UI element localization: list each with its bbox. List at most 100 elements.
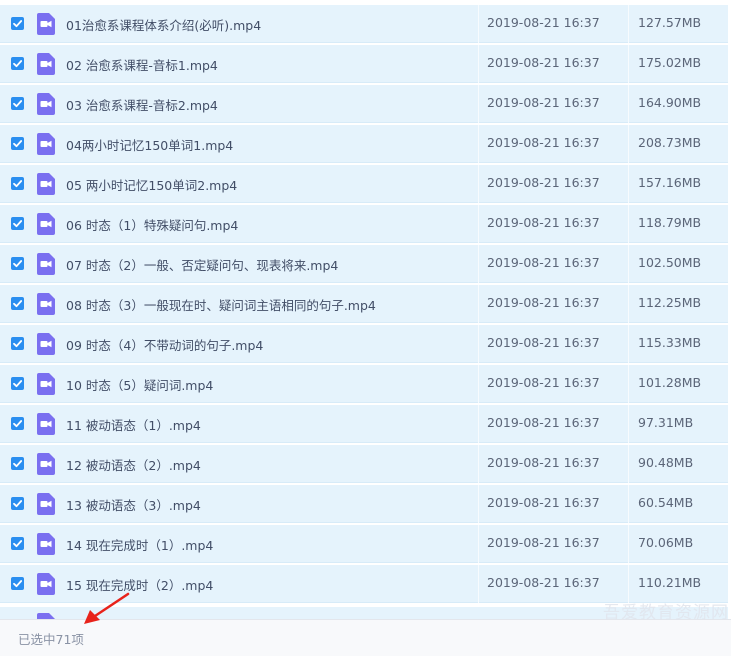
selected-count-label: 已选中71项: [18, 632, 84, 647]
file-name[interactable]: 09 时态（4）不带动词的句子.mp4: [66, 335, 263, 354]
file-name[interactable]: 08 时态（3）一般现在时、疑问词主语相同的句子.mp4: [66, 295, 376, 314]
column-divider: [478, 205, 479, 243]
column-divider: [478, 565, 479, 603]
file-size: 110.21MB: [638, 575, 702, 590]
video-file-icon: [37, 213, 55, 235]
video-file-icon: [37, 253, 55, 275]
file-modified-date: 2019-08-21 16:37: [487, 415, 600, 430]
column-divider: [478, 525, 479, 563]
file-size: 157.16MB: [638, 175, 702, 190]
file-size: 97.31MB: [638, 415, 694, 430]
column-divider: [478, 365, 479, 403]
checkbox-checked-icon[interactable]: [11, 257, 24, 270]
file-name[interactable]: 06 时态（1）特殊疑问句.mp4: [66, 215, 238, 234]
column-divider: [478, 285, 479, 323]
checkbox-checked-icon[interactable]: [11, 417, 24, 430]
red-arrow-icon: [84, 592, 130, 624]
column-divider: [478, 485, 479, 523]
video-file-icon: [37, 53, 55, 75]
column-divider: [628, 525, 629, 563]
file-size: 208.73MB: [638, 135, 702, 150]
column-divider: [628, 205, 629, 243]
file-modified-date: 2019-08-21 16:37: [487, 15, 600, 30]
file-name[interactable]: 11 被动语态（1）.mp4: [66, 415, 201, 434]
column-divider: [478, 85, 479, 123]
column-divider: [628, 5, 629, 43]
column-divider: [628, 485, 629, 523]
file-modified-date: 2019-08-21 16:37: [487, 175, 600, 190]
file-row[interactable]: 06 时态（1）特殊疑问句.mp4 2019-08-21 16:37 118.79M…: [0, 205, 728, 243]
file-row[interactable]: 04两小时记忆150单词1.mp4 2019-08-21 16:37 208.73M…: [0, 125, 728, 163]
file-name[interactable]: 03 治愈系课程-音标2.mp4: [66, 95, 218, 114]
column-divider: [628, 365, 629, 403]
file-row[interactable]: 05 两小时记忆150单词2.mp4 2019-08-21 16:37 157.16…: [0, 165, 728, 203]
file-name[interactable]: 10 时态（5）疑问词.mp4: [66, 375, 213, 394]
file-size: 115.33MB: [638, 335, 702, 350]
column-divider: [478, 5, 479, 43]
file-row[interactable]: 03 治愈系课程-音标2.mp4 2019-08-21 16:37 164.90MB: [0, 85, 728, 123]
file-name[interactable]: 05 两小时记忆150单词2.mp4: [66, 175, 237, 194]
file-name[interactable]: 13 被动语态（3）.mp4: [66, 495, 201, 514]
video-file-icon: [37, 573, 55, 595]
column-divider: [478, 165, 479, 203]
file-row[interactable]: 08 时态（3）一般现在时、疑问词主语相同的句子.mp4 2019-08-21 1…: [0, 285, 728, 323]
file-modified-date: 2019-08-21 16:37: [487, 535, 600, 550]
column-divider: [628, 125, 629, 163]
video-file-icon: [37, 533, 55, 555]
checkbox-checked-icon[interactable]: [11, 17, 24, 30]
watermark: 吾爱教育资源网: [603, 603, 729, 623]
file-name[interactable]: 04两小时记忆150单词1.mp4: [66, 135, 233, 154]
column-divider: [628, 245, 629, 283]
file-name[interactable]: 01治愈系课程体系介绍(必听).mp4: [66, 15, 261, 34]
file-row[interactable]: 07 时态（2）一般、否定疑问句、现表将来.mp4 2019-08-21 16:3…: [0, 245, 728, 283]
column-divider: [628, 445, 629, 483]
checkbox-checked-icon[interactable]: [11, 57, 24, 70]
checkbox-checked-icon[interactable]: [11, 497, 24, 510]
checkbox-checked-icon[interactable]: [11, 337, 24, 350]
video-file-icon: [37, 333, 55, 355]
file-modified-date: 2019-08-21 16:37: [487, 215, 600, 230]
checkbox-checked-icon[interactable]: [11, 297, 24, 310]
video-file-icon: [37, 133, 55, 155]
file-list: 01治愈系课程体系介绍(必听).mp4 2019-08-21 16:37 127.5…: [0, 0, 731, 617]
column-divider: [628, 165, 629, 203]
file-modified-date: 2019-08-21 16:37: [487, 55, 600, 70]
file-row[interactable]: 14 现在完成时（1）.mp4 2019-08-21 16:37 70.06MB: [0, 525, 728, 563]
checkbox-checked-icon[interactable]: [11, 217, 24, 230]
video-file-icon: [37, 93, 55, 115]
file-row[interactable]: 02 治愈系课程-音标1.mp4 2019-08-21 16:37 175.02MB: [0, 45, 728, 83]
checkbox-checked-icon[interactable]: [11, 537, 24, 550]
file-row[interactable]: 12 被动语态（2）.mp4 2019-08-21 16:37 90.48MB: [0, 445, 728, 483]
video-file-icon: [37, 173, 55, 195]
file-row[interactable]: 01治愈系课程体系介绍(必听).mp4 2019-08-21 16:37 127.5…: [0, 5, 728, 43]
file-modified-date: 2019-08-21 16:37: [487, 375, 600, 390]
file-row[interactable]: 11 被动语态（1）.mp4 2019-08-21 16:37 97.31MB: [0, 405, 728, 443]
file-size: 127.57MB: [638, 15, 702, 30]
video-file-icon: [37, 413, 55, 435]
file-modified-date: 2019-08-21 16:37: [487, 495, 600, 510]
file-size: 102.50MB: [638, 255, 702, 270]
file-modified-date: 2019-08-21 16:37: [487, 295, 600, 310]
file-modified-date: 2019-08-21 16:37: [487, 135, 600, 150]
checkbox-checked-icon[interactable]: [11, 177, 24, 190]
file-name[interactable]: 02 治愈系课程-音标1.mp4: [66, 55, 218, 74]
file-row[interactable]: 09 时态（4）不带动词的句子.mp4 2019-08-21 16:37 115.3…: [0, 325, 728, 363]
column-divider: [478, 445, 479, 483]
file-row[interactable]: 10 时态（5）疑问词.mp4 2019-08-21 16:37 101.28MB: [0, 365, 728, 403]
video-file-icon: [37, 373, 55, 395]
file-modified-date: 2019-08-21 16:37: [487, 455, 600, 470]
file-name[interactable]: 14 现在完成时（1）.mp4: [66, 535, 213, 554]
column-divider: [478, 125, 479, 163]
file-row[interactable]: 13 被动语态（3）.mp4 2019-08-21 16:37 60.54MB: [0, 485, 728, 523]
column-divider: [478, 45, 479, 83]
checkbox-checked-icon[interactable]: [11, 377, 24, 390]
file-name[interactable]: 07 时态（2）一般、否定疑问句、现表将来.mp4: [66, 255, 338, 274]
file-name[interactable]: 12 被动语态（2）.mp4: [66, 455, 201, 474]
file-size: 60.54MB: [638, 495, 694, 510]
file-size: 101.28MB: [638, 375, 702, 390]
column-divider: [628, 85, 629, 123]
checkbox-checked-icon[interactable]: [11, 457, 24, 470]
checkbox-checked-icon[interactable]: [11, 97, 24, 110]
checkbox-checked-icon[interactable]: [11, 137, 24, 150]
checkbox-checked-icon[interactable]: [11, 577, 24, 590]
